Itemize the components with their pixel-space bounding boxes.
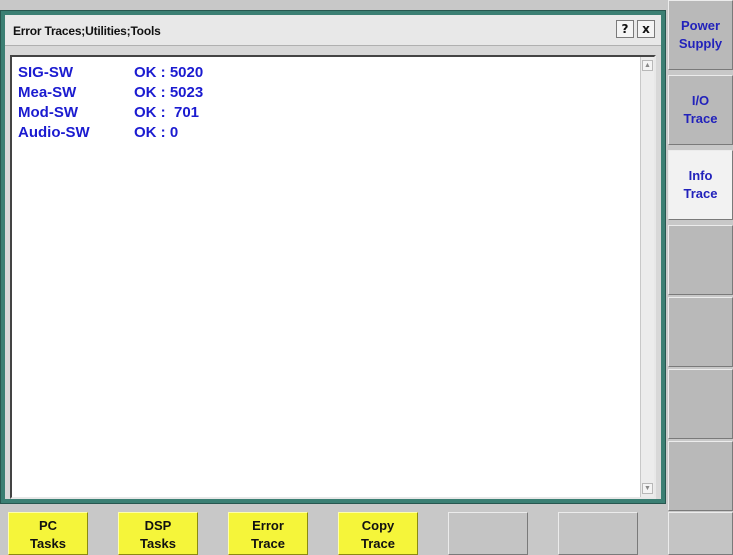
error-trace-button[interactable]: Error Trace [228, 512, 308, 555]
trace-value: OK : 0 [134, 124, 179, 141]
copy-trace-button[interactable]: Copy Trace [338, 512, 418, 555]
power-supply-button[interactable]: Power Supply [668, 0, 733, 70]
io-trace-button[interactable]: I/O Trace [668, 75, 733, 145]
help-button[interactable]: ? [616, 20, 634, 38]
side-softkey-6[interactable] [668, 369, 733, 439]
window-title: Error Traces;Utilities;Tools [13, 24, 161, 38]
button-label-line1: DSP [144, 518, 172, 533]
dialog-body: Error Traces;Utilities;Tools ? x SIG-SW … [5, 15, 661, 499]
bottom-softkey-5[interactable] [448, 512, 528, 555]
bottom-softkey-6[interactable] [558, 512, 638, 555]
button-label-line1: Power [680, 18, 720, 33]
button-label-line2: Supply [678, 36, 723, 51]
button-label-line1: Info [688, 168, 713, 183]
side-softkey-5[interactable] [668, 297, 733, 367]
button-label-line1: Error [252, 518, 284, 533]
bottom-softkey-7[interactable] [668, 512, 733, 555]
dsp-tasks-button[interactable]: DSP Tasks [118, 512, 198, 555]
side-softkey-7[interactable] [668, 441, 733, 511]
vertical-scrollbar[interactable]: ▲ ▼ [640, 57, 654, 497]
button-label-line1: I/O [691, 93, 710, 108]
close-button[interactable]: x [637, 20, 655, 38]
button-label-line2: Tasks [30, 536, 66, 551]
trace-output-panel: SIG-SW OK : 5020 Mea-SW OK : 5023 Mod-SW… [10, 55, 656, 499]
scroll-down-arrow-icon[interactable]: ▼ [642, 483, 653, 494]
button-label-line1: Copy [361, 518, 395, 533]
side-softkey-4[interactable] [668, 225, 733, 295]
button-label-line2: Trace [251, 536, 285, 551]
button-label-line2: Trace [683, 111, 718, 126]
button-label-line2: Trace [361, 536, 395, 551]
button-label-line2: Tasks [140, 536, 176, 551]
error-traces-dialog: Error Traces;Utilities;Tools ? x SIG-SW … [0, 10, 666, 504]
button-label-line2: Trace [683, 186, 718, 201]
button-label-line1: PC [38, 518, 58, 533]
title-bar: Error Traces;Utilities;Tools ? x [5, 15, 661, 46]
trace-value: OK : 5020 [134, 64, 204, 81]
trace-name: Mod-SW [18, 104, 78, 121]
trace-value: OK : 701 [134, 104, 200, 121]
trace-name: Mea-SW [18, 84, 77, 101]
scroll-up-arrow-icon[interactable]: ▲ [642, 60, 653, 71]
trace-name: SIG-SW [18, 64, 73, 81]
trace-value: OK : 5023 [134, 84, 204, 101]
trace-name: Audio-SW [18, 124, 90, 141]
pc-tasks-button[interactable]: PC Tasks [8, 512, 88, 555]
info-trace-button[interactable]: Info Trace [668, 150, 733, 220]
